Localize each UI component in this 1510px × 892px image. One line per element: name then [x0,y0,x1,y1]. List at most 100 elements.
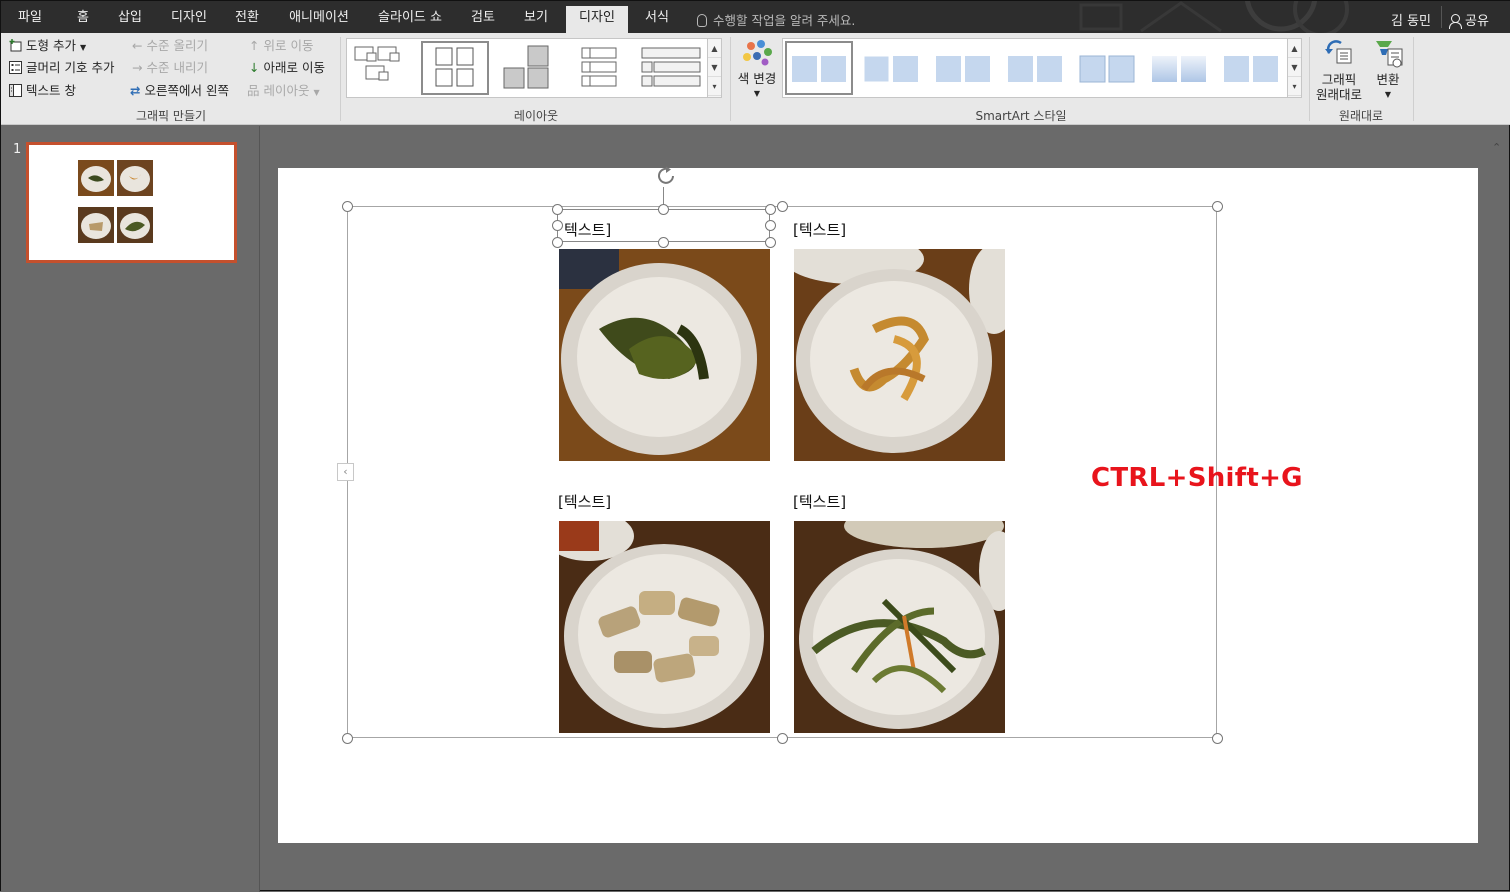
layout-option[interactable] [566,42,632,94]
smartart-text-label[interactable]: 텍스트] [564,219,611,240]
side-dish-photo[interactable] [794,521,1005,733]
layout-preview-icon [435,47,474,87]
scroll-up-icon[interactable]: ▲ [708,39,721,58]
scroll-down-icon[interactable]: ▼ [708,58,721,77]
slide-thumbnail[interactable] [26,142,237,263]
style-option[interactable] [1002,42,1068,94]
layout-preview-icon [354,46,400,81]
layout-option[interactable] [350,42,416,94]
thumbnail-photo [117,160,153,196]
create-graphic-group-label: 그래픽 만들기 [135,109,207,123]
rotate-handle-icon[interactable] [655,165,677,187]
user-name[interactable]: 김 동민 [1391,10,1431,29]
convert-button[interactable]: 변환 ▼ [1369,37,1407,102]
resize-handle[interactable] [1212,201,1223,212]
group-divider [340,37,341,121]
scroll-up-icon[interactable]: ▲ [1288,39,1301,58]
tab-animations[interactable]: 애니메이션 [283,8,355,33]
ribbon: 도형 추가 ▼ 글머리 기호 추가 텍스트 창 ← 수준 올리기 → 수준 내리… [1,33,1510,154]
tab-file[interactable]: 파일 [9,8,51,33]
resize-handle[interactable] [765,204,776,215]
style-preview-icon [1008,56,1062,82]
style-preview-icon [1079,55,1135,83]
text-pane-icon [9,84,22,97]
tab-review[interactable]: 검토 [463,8,503,33]
shortcut-annotation: CTRL+Shift+G [1091,463,1303,493]
right-to-left-button[interactable]: ⇄ 오른쪽에서 왼쪽 [130,83,229,99]
resize-handle[interactable] [765,237,776,248]
gallery-scroll[interactable]: ▲ ▼ ▾ [707,39,721,97]
arrow-right-icon: → [132,60,143,75]
layout-option[interactable] [638,42,704,94]
layout-preview-icon [503,45,549,89]
move-up-button[interactable]: ↑ 위로 이동 [249,38,313,54]
styles-group-label: SmartArt 스타일 [975,109,1067,123]
side-dish-photo[interactable] [559,249,770,461]
text-pane-button[interactable]: 텍스트 창 [9,83,76,99]
tell-me-search[interactable]: 수행할 작업을 알려 주세요. [697,10,855,29]
reset-graphic-icon [1325,40,1352,64]
resize-handle[interactable] [1212,733,1223,744]
add-bullet-button[interactable]: 글머리 기호 추가 [9,60,114,76]
style-option[interactable] [858,42,924,94]
style-option[interactable] [930,42,996,94]
style-option[interactable] [1218,42,1284,94]
smartart-styles-gallery: ▲ ▼ ▾ [782,38,1302,98]
resize-handle[interactable] [552,220,563,231]
convert-icon [1376,41,1403,68]
tab-smartart-design[interactable]: 디자인 [566,6,628,33]
side-dish-photo[interactable] [794,249,1005,461]
arrow-up-icon: ↑ [249,38,260,53]
group-divider [730,37,731,121]
tab-transitions[interactable]: 전환 [226,8,268,33]
gallery-scroll[interactable]: ▲ ▼ ▾ [1287,39,1301,97]
tell-me-placeholder: 수행할 작업을 알려 주세요. [713,13,856,28]
collapse-ribbon-icon[interactable]: ⌃ [1492,141,1501,154]
resize-handle[interactable] [552,237,563,248]
style-option-selected[interactable] [785,41,853,95]
style-option[interactable] [1074,42,1140,94]
resize-handle[interactable] [777,201,788,212]
add-bullet-icon [9,61,22,74]
change-colors-button[interactable]: 색 변경 ▼ [736,38,778,101]
arrow-down-icon: ↓ [249,60,260,75]
gallery-more-icon[interactable]: ▾ [1288,77,1301,96]
layout-option-selected[interactable] [421,41,489,95]
tab-home[interactable]: 홈 [67,8,99,33]
smartart-text-label[interactable]: [텍스트] [558,491,611,512]
tab-format[interactable]: 서식 [637,8,677,33]
dropdown-arrow-icon: ▼ [79,43,87,52]
move-down-button[interactable]: ↓ 아래로 이동 [249,60,325,76]
style-preview-icon [1224,56,1278,82]
layouts-gallery: ▲ ▼ ▾ [346,38,722,98]
scroll-down-icon[interactable]: ▼ [1288,58,1301,77]
resize-handle[interactable] [765,220,776,231]
resize-handle[interactable] [342,201,353,212]
promote-button[interactable]: ← 수준 올리기 [132,38,208,54]
text-pane-toggle[interactable]: ‹ [337,463,354,481]
resize-handle[interactable] [777,733,788,744]
layout-button[interactable]: 品 레이아웃 ▼ [247,83,320,101]
add-shape-button[interactable]: 도형 추가 ▼ [9,38,86,56]
tab-design[interactable]: 디자인 [164,8,214,33]
smartart-frame[interactable] [347,206,1217,738]
layout-option[interactable] [494,42,560,94]
resize-handle[interactable] [658,237,669,248]
share-button[interactable]: 공유 [1449,10,1489,29]
tab-insert[interactable]: 삽입 [109,8,151,33]
powerpoint-window: 파일 홈 삽입 디자인 전환 애니메이션 슬라이드 쇼 검토 보기 디자인 서식… [0,0,1510,892]
tab-view[interactable]: 보기 [516,8,556,33]
gallery-more-icon[interactable]: ▾ [708,77,721,96]
reset-graphic-button[interactable]: 그래픽 원래대로 [1313,37,1365,102]
style-option[interactable] [1146,42,1212,94]
smartart-text-label[interactable]: [텍스트] [793,491,846,512]
side-dish-photo[interactable] [559,521,770,733]
resize-handle[interactable] [552,204,563,215]
group-divider [1309,37,1310,121]
tab-slideshow[interactable]: 슬라이드 쇼 [371,8,449,33]
resize-handle[interactable] [658,204,669,215]
demote-button[interactable]: → 수준 내리기 [132,60,208,76]
style-preview-icon [936,56,990,82]
resize-handle[interactable] [342,733,353,744]
smartart-text-label[interactable]: [텍스트] [793,219,846,240]
